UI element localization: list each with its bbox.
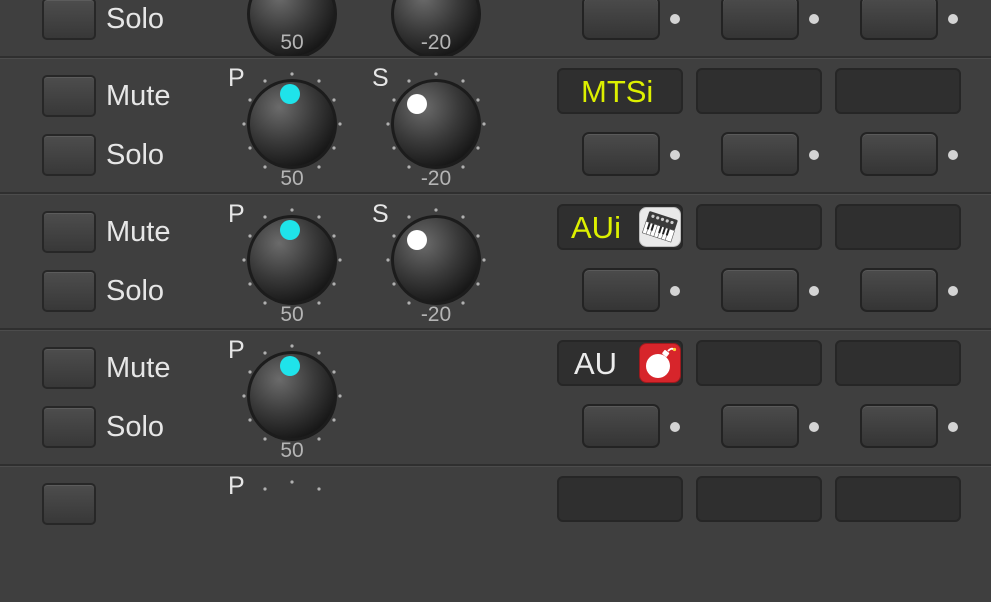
send-indicator-dot bbox=[809, 14, 819, 24]
mute-button[interactable] bbox=[42, 483, 96, 525]
pan-knob[interactable] bbox=[232, 472, 352, 512]
solo-label: Solo bbox=[106, 139, 165, 171]
send-button-3[interactable] bbox=[860, 268, 938, 312]
synth-keyboard-icon bbox=[639, 207, 681, 247]
mute-button[interactable] bbox=[42, 211, 96, 253]
mute-button[interactable] bbox=[42, 75, 96, 117]
send-button-1[interactable] bbox=[582, 132, 660, 176]
effect-slot-2[interactable] bbox=[835, 476, 961, 522]
send-button-2[interactable] bbox=[721, 132, 799, 176]
solo-button[interactable] bbox=[42, 406, 96, 448]
instrument-slot[interactable] bbox=[557, 476, 683, 522]
instrument-slot-label: MTSi bbox=[581, 74, 654, 109]
solo-label: Solo bbox=[106, 3, 165, 35]
solo-label: Solo bbox=[106, 275, 165, 307]
mute-label: Mute bbox=[106, 216, 171, 248]
channel-strip-4: P bbox=[0, 466, 991, 602]
send-button-3[interactable] bbox=[860, 404, 938, 448]
effect-slot-1[interactable] bbox=[696, 476, 822, 522]
channel-strip-0: Solo 50 -20 bbox=[0, 0, 991, 59]
solo-label: Solo bbox=[106, 411, 165, 443]
effect-slot-1[interactable] bbox=[696, 68, 822, 114]
solo-button[interactable] bbox=[42, 0, 96, 40]
pan-knob[interactable] bbox=[232, 336, 352, 456]
send-value: -20 bbox=[420, 31, 452, 54]
send-indicator-dot bbox=[670, 14, 680, 24]
send-indicator-dot bbox=[948, 14, 958, 24]
send-knob[interactable] bbox=[376, 64, 496, 184]
instrument-slot-label: AU bbox=[574, 346, 618, 381]
send-indicator-dot bbox=[670, 150, 680, 160]
channel-strip-1: Mute Solo P 50 S -20 MTSi bbox=[0, 58, 991, 194]
send-button-2[interactable] bbox=[721, 268, 799, 312]
effect-slot-2[interactable] bbox=[835, 68, 961, 114]
channel-strip-2: Mute Solo P 50 S -20 AUi bbox=[0, 194, 991, 330]
pan-value: 50 bbox=[280, 31, 304, 54]
send-indicator-dot bbox=[809, 286, 819, 296]
send-button-2[interactable] bbox=[721, 0, 799, 40]
mute-label: Mute bbox=[106, 80, 171, 112]
send-value: -20 bbox=[420, 167, 452, 190]
send-indicator-dot bbox=[670, 422, 680, 432]
solo-button[interactable] bbox=[42, 134, 96, 176]
pan-value: 50 bbox=[280, 167, 304, 190]
pan-value: 50 bbox=[280, 303, 304, 326]
effect-slot-2[interactable] bbox=[835, 340, 961, 386]
effect-slot-2[interactable] bbox=[835, 204, 961, 250]
mute-button[interactable] bbox=[42, 347, 96, 389]
send-knob[interactable] bbox=[376, 200, 496, 320]
send-value: -20 bbox=[420, 303, 452, 326]
effect-slot-1[interactable] bbox=[696, 204, 822, 250]
red-bomb-icon bbox=[639, 343, 681, 383]
mute-label: Mute bbox=[106, 352, 171, 384]
instrument-slot-label: AUi bbox=[571, 210, 621, 245]
send-button-1[interactable] bbox=[582, 0, 660, 40]
channel-strip-3: Mute Solo P 50 AU bbox=[0, 330, 991, 466]
send-button-2[interactable] bbox=[721, 404, 799, 448]
send-button-1[interactable] bbox=[582, 268, 660, 312]
send-button-3[interactable] bbox=[860, 0, 938, 40]
send-button-1[interactable] bbox=[582, 404, 660, 448]
send-indicator-dot bbox=[948, 422, 958, 432]
pan-knob[interactable] bbox=[232, 64, 352, 184]
send-indicator-dot bbox=[948, 150, 958, 160]
pan-value: 50 bbox=[280, 439, 304, 462]
send-indicator-dot bbox=[948, 286, 958, 296]
send-indicator-dot bbox=[809, 422, 819, 432]
effect-slot-1[interactable] bbox=[696, 340, 822, 386]
solo-button[interactable] bbox=[42, 270, 96, 312]
send-indicator-dot bbox=[670, 286, 680, 296]
pan-knob[interactable] bbox=[232, 200, 352, 320]
send-indicator-dot bbox=[809, 150, 819, 160]
send-button-3[interactable] bbox=[860, 132, 938, 176]
